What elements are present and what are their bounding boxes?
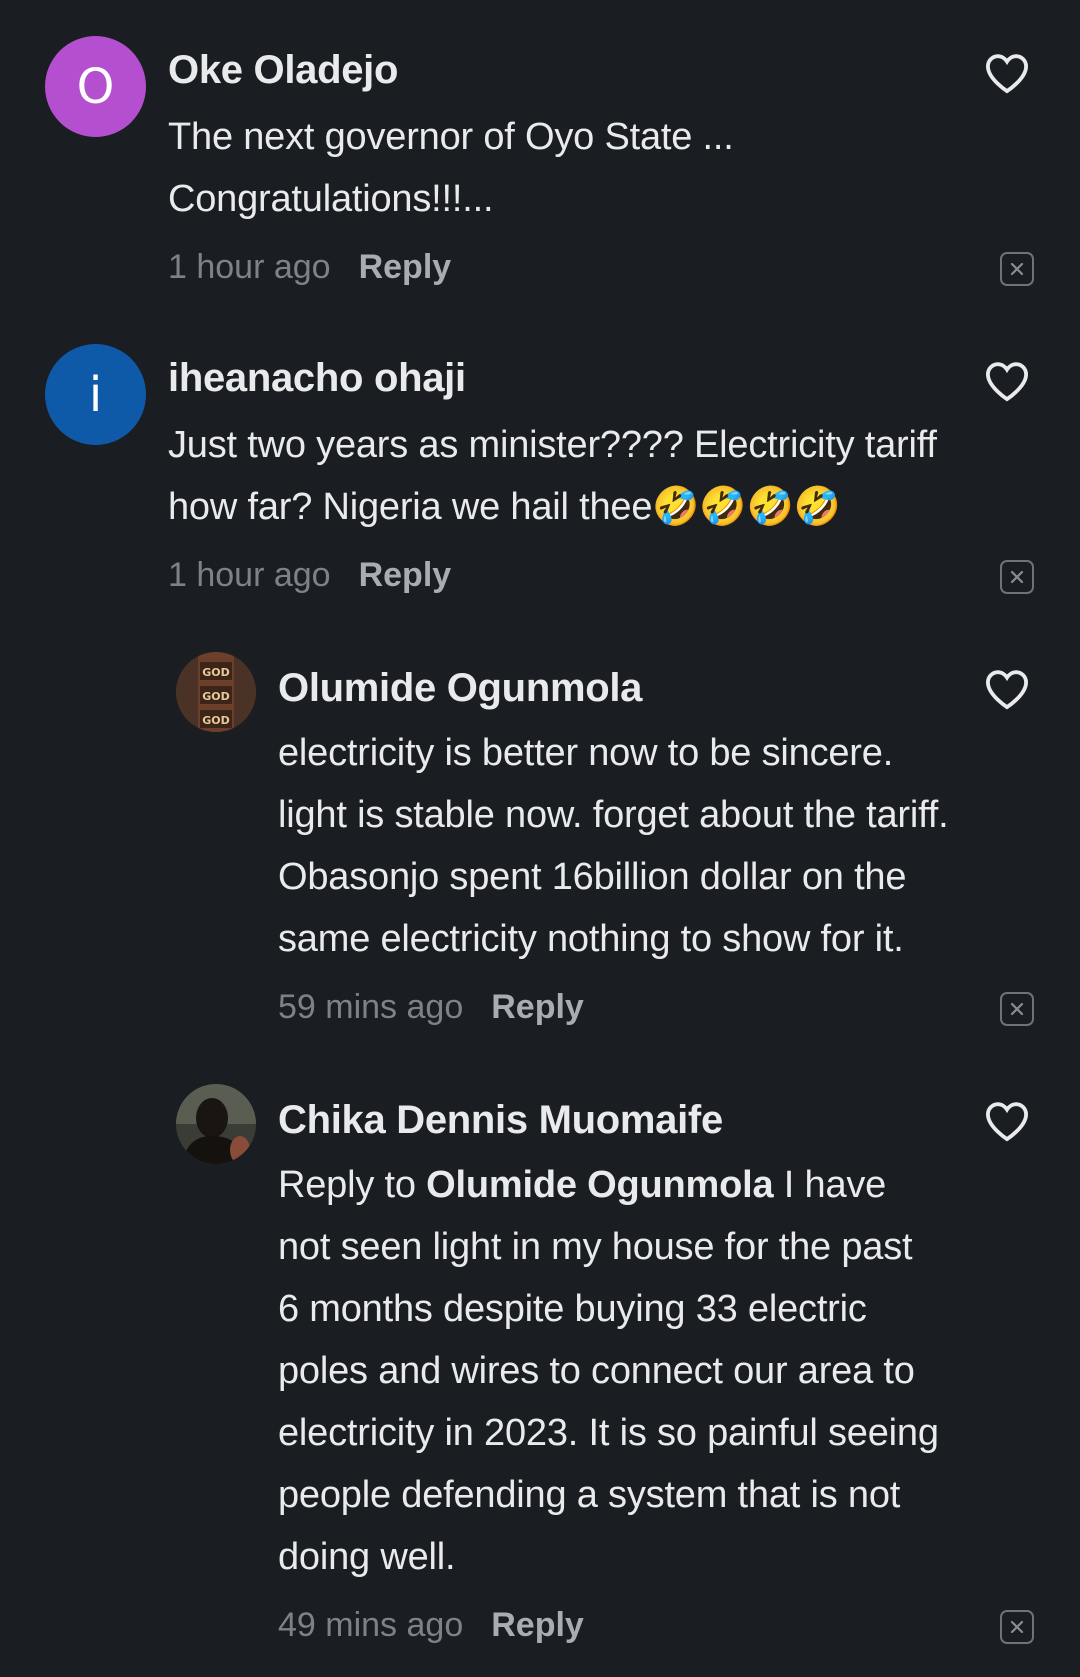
comment-text-line: how far? Nigeria we hail thee🤣🤣🤣🤣 <box>168 476 1048 538</box>
comment-text-line: people defending a system that is not <box>278 1474 901 1516</box>
reply-button[interactable]: Reply <box>491 1606 584 1645</box>
like-heart-icon[interactable] <box>984 668 1030 710</box>
comment-text-line: not seen light in my house for the past <box>278 1226 913 1268</box>
hide-comment-button[interactable] <box>1000 560 1034 594</box>
like-heart-icon[interactable] <box>984 360 1030 402</box>
comment-text-line: The next governor of Oyo State ... <box>168 116 734 158</box>
avatar-caption: GOD <box>202 666 230 679</box>
comment-meta: 1 hour ago Reply <box>168 248 451 287</box>
reply-button[interactable]: Reply <box>491 988 584 1027</box>
reply-button[interactable]: Reply <box>359 248 452 287</box>
avatar[interactable]: GOD GOD GOD <box>176 652 256 732</box>
comment-text-line: Reply to Olumide Ogunmola I have <box>278 1154 1048 1216</box>
comment-text-line: electricity in 2023. It is so painful se… <box>278 1412 939 1454</box>
close-icon <box>1010 1002 1024 1016</box>
timestamp: 59 mins ago <box>278 988 464 1026</box>
timestamp: 49 mins ago <box>278 1606 464 1644</box>
comment-text-line: doing well. <box>278 1536 456 1578</box>
laughing-emoji: 🤣🤣🤣🤣 <box>652 486 841 528</box>
hide-comment-button[interactable] <box>1000 992 1034 1026</box>
reply-button[interactable]: Reply <box>359 556 452 595</box>
avatar-letter: O <box>76 58 115 115</box>
timestamp: 1 hour ago <box>168 248 331 286</box>
comment-author[interactable]: iheanacho ohaji <box>168 356 466 401</box>
close-icon <box>1010 262 1024 276</box>
avatar[interactable] <box>176 1084 256 1164</box>
comment-text: electricity is better now to be sincere.… <box>278 722 1048 970</box>
close-icon <box>1010 570 1024 584</box>
like-heart-icon[interactable] <box>984 52 1030 94</box>
comment-text-line-part: how far? Nigeria we hail thee <box>168 486 653 528</box>
avatar-photo: GOD GOD GOD <box>176 652 256 732</box>
comment-text-line: Congratulations!!!... <box>168 178 494 220</box>
comment-text-line: poles and wires to connect our area to <box>278 1350 915 1392</box>
avatar[interactable]: i <box>45 344 146 445</box>
reply-prefix: Reply to <box>278 1164 416 1206</box>
avatar-photo <box>176 1084 256 1164</box>
avatar-letter: i <box>88 366 103 423</box>
comment-text-line: 6 months despite buying 33 electric <box>278 1288 867 1330</box>
comment-text-line: same electricity nothing to show for it. <box>278 918 904 960</box>
close-icon <box>1010 1620 1024 1634</box>
comment-text: Just two years as minister???? Electrici… <box>168 414 1048 538</box>
comment-text-line: light is stable now. forget about the ta… <box>278 794 949 836</box>
comment-text: Reply to Olumide Ogunmola I have not see… <box>278 1154 1048 1588</box>
comment-meta: 1 hour ago Reply <box>168 556 451 595</box>
comment-text: The next governor of Oyo State ... Congr… <box>168 106 734 230</box>
comment-text-line: Obasonjo spent 16billion dollar on the <box>278 856 907 898</box>
hide-comment-button[interactable] <box>1000 252 1034 286</box>
comment-author[interactable]: Olumide Ogunmola <box>278 666 642 711</box>
comment-meta: 49 mins ago Reply <box>278 1606 584 1645</box>
mention-link[interactable]: Olumide Ogunmola <box>426 1164 773 1206</box>
like-heart-icon[interactable] <box>984 1100 1030 1142</box>
timestamp: 1 hour ago <box>168 556 331 594</box>
comment-author[interactable]: Chika Dennis Muomaife <box>278 1098 723 1143</box>
avatar[interactable]: O <box>45 36 146 137</box>
avatar-caption: GOD <box>202 714 230 727</box>
comment-text-line: electricity is better now to be sincere. <box>278 732 894 774</box>
comment-text-line-part: I have <box>783 1164 887 1206</box>
avatar-caption: GOD <box>202 690 230 703</box>
hide-comment-button[interactable] <box>1000 1610 1034 1644</box>
comment-author[interactable]: Oke Oladejo <box>168 48 398 93</box>
comment-text-line: Just two years as minister???? Electrici… <box>168 424 937 466</box>
comment-meta: 59 mins ago Reply <box>278 988 584 1027</box>
